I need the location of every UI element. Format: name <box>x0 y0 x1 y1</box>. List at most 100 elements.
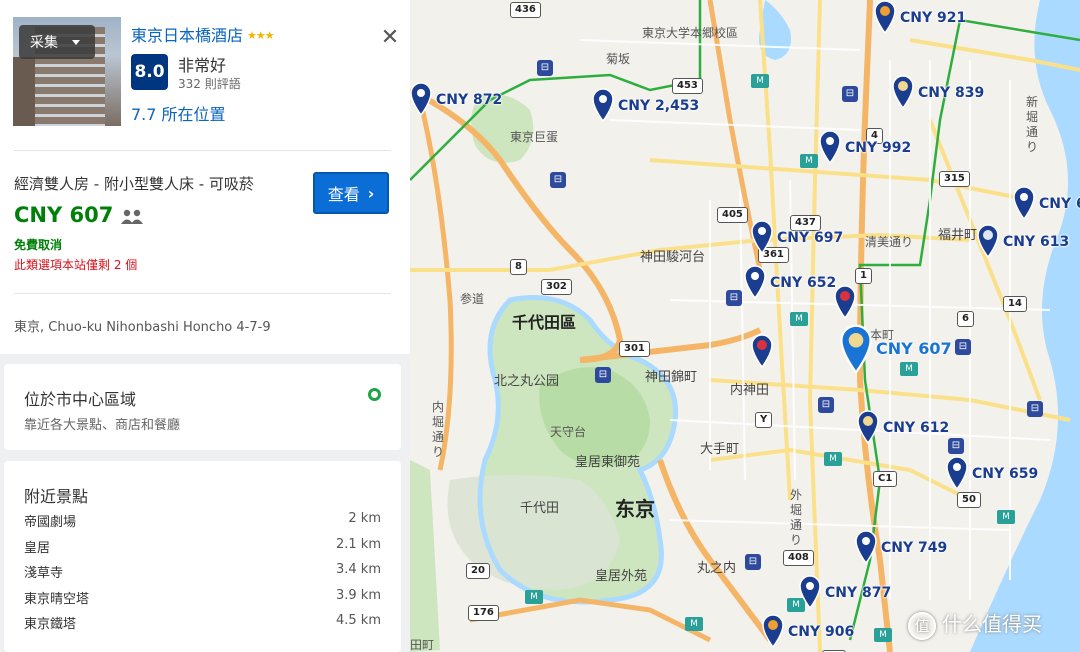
place-label: 神田駿河台 <box>640 250 706 265</box>
free-cancellation: 免費取消 <box>14 238 63 252</box>
close-icon[interactable]: ✕ <box>378 26 402 50</box>
hotel-pin-price: CNY 749 <box>881 540 948 556</box>
chevron-right-icon: › <box>367 183 375 203</box>
train-icon: ⊟ <box>550 172 566 188</box>
collect-button[interactable]: 采集 <box>19 25 95 59</box>
collect-label: 采集 <box>30 35 58 51</box>
place-label: 清美通り <box>865 235 914 249</box>
hotel-pin-price: CNY 613 <box>1003 234 1070 250</box>
map-pin-icon <box>834 285 856 319</box>
view-button-label: 查看 <box>327 185 360 204</box>
hotel-pin[interactable]: CNY 697 <box>751 220 843 254</box>
map-pin-icon <box>892 75 914 109</box>
hotel-pin-price: CNY 6 <box>1039 196 1080 212</box>
selected-hotel-pin[interactable]: CNY 607 <box>840 324 952 374</box>
divider <box>14 150 391 151</box>
place-label: 東京巨蛋 <box>510 130 559 144</box>
place-label: 皇居東御苑 <box>575 455 641 470</box>
route-shield: 408 <box>783 550 814 566</box>
hotel-pin[interactable] <box>751 334 777 368</box>
metro-icon: M <box>997 510 1015 524</box>
hotel-pin-price: CNY 839 <box>918 85 985 101</box>
hotel-pin-price: CNY 607 <box>876 339 952 358</box>
location-score-link[interactable]: 7.7 所在位置 <box>131 101 226 125</box>
map-pin-icon <box>977 224 999 258</box>
street-label: 外堀通り <box>790 488 803 547</box>
room-type: 經濟雙人房 - 附小型雙人床 - 可吸菸 <box>14 175 254 193</box>
map-pin-icon <box>819 130 841 164</box>
route-shield: 436 <box>510 2 541 18</box>
route-shield: 301 <box>619 341 650 357</box>
route-shield: 20 <box>466 563 490 579</box>
hotel-pin[interactable] <box>834 285 860 319</box>
map-pin-icon <box>1013 186 1035 220</box>
caret-down-icon <box>72 39 80 45</box>
hotel-pin[interactable]: CNY 612 <box>857 410 949 444</box>
hotel-name-link[interactable]: 東京日本橋酒店 ★★★ <box>131 22 275 46</box>
train-icon: ⊟ <box>726 290 742 306</box>
hotel-pin[interactable]: CNY 872 <box>410 82 502 116</box>
attraction-distance: 3.4 km <box>336 562 381 577</box>
city-center-description: 靠近各大景點、商店和餐廳 <box>24 418 181 433</box>
map-pin-icon <box>799 575 821 609</box>
place-label: 千代田 <box>520 501 560 516</box>
place-label: 田町 <box>410 638 435 652</box>
hotel-pin[interactable]: CNY 906 <box>762 614 854 648</box>
attraction-distance: 2 km <box>348 511 381 526</box>
place-label: 皇居外苑 <box>595 569 648 584</box>
metro-icon: M <box>790 312 808 326</box>
hotel-pin-price: CNY 872 <box>436 92 503 108</box>
place-label: 大手町 <box>700 442 740 457</box>
hotel-pin[interactable]: CNY 992 <box>819 130 911 164</box>
hotel-pin[interactable]: CNY 613 <box>977 224 1069 258</box>
metro-icon: M <box>800 154 818 168</box>
city-label: 东京 <box>615 497 655 521</box>
map-view[interactable]: 千代田區 东京 千代田 北之丸公园 天守台 皇居東御苑 皇居外苑 神田駿河台 神… <box>410 0 1080 652</box>
hotel-pin[interactable]: CNY 659 <box>946 456 1038 490</box>
city-center-title: 位於市中心區域 <box>24 390 137 409</box>
hotel-pin[interactable]: CNY 921 <box>874 0 966 34</box>
attraction-name: 淺草寺 <box>24 566 64 581</box>
train-icon: ⊟ <box>537 60 553 76</box>
train-icon: ⊟ <box>842 86 858 102</box>
hotel-pin[interactable]: CNY 6 <box>1013 186 1080 220</box>
divider <box>14 293 391 294</box>
watermark: 值什么值得买 <box>908 608 1042 640</box>
review-count: 332 則評語 <box>178 77 241 91</box>
attraction-row: 東京鐵塔 4.5 km <box>24 613 381 632</box>
route-shield: 50 <box>957 492 981 508</box>
place-label: 東京大学本郷校區 <box>642 26 739 40</box>
attraction-name: 東京晴空塔 <box>24 592 90 607</box>
map-pin-icon <box>410 82 432 116</box>
hotel-pin-price: CNY 992 <box>845 140 912 156</box>
watermark-logo-icon: 值 <box>908 611 936 640</box>
attraction-row: 皇居 2.1 km <box>24 537 381 556</box>
attraction-name: 東京鐵塔 <box>24 617 77 632</box>
route-shield: 1 <box>855 268 872 284</box>
rooms-left-alert: 此類選項本站僅剩 2 個 <box>14 258 138 272</box>
route-shield: 6 <box>957 311 974 327</box>
metro-icon: M <box>525 590 543 604</box>
hotel-pin[interactable]: CNY 652 <box>744 265 836 299</box>
street-label: 内堀通り <box>432 400 445 459</box>
view-button[interactable]: 查看 › <box>313 172 389 214</box>
route-shield: 14 <box>1003 296 1027 312</box>
city-center-card: 位於市中心區域 靠近各大景點、商店和餐廳 <box>4 364 401 450</box>
hotel-pin[interactable]: CNY 2,453 <box>592 88 699 122</box>
map-pin-icon <box>751 220 773 254</box>
green-dot-icon <box>368 388 381 401</box>
district-label: 千代田區 <box>512 313 577 332</box>
hotel-pin-price: CNY 877 <box>825 585 892 601</box>
hotel-pin[interactable]: CNY 877 <box>799 575 891 609</box>
hotel-name: 東京日本橋酒店 <box>131 26 244 45</box>
street-label: 参道 <box>460 292 485 306</box>
route-shield: 302 <box>541 279 572 295</box>
place-label: 天守台 <box>550 425 587 439</box>
attraction-name: 皇居 <box>24 541 51 556</box>
route-shield: Y <box>755 412 773 428</box>
hotel-pin[interactable]: CNY 749 <box>855 530 947 564</box>
hotel-pin[interactable]: CNY 839 <box>892 75 984 109</box>
nearby-attractions-card: 附近景點 帝國劇場 2 km 皇居 2.1 km 淺草寺 3.4 km 東京晴空… <box>4 461 401 652</box>
map-pin-icon <box>751 334 773 368</box>
metro-icon: M <box>874 628 892 642</box>
